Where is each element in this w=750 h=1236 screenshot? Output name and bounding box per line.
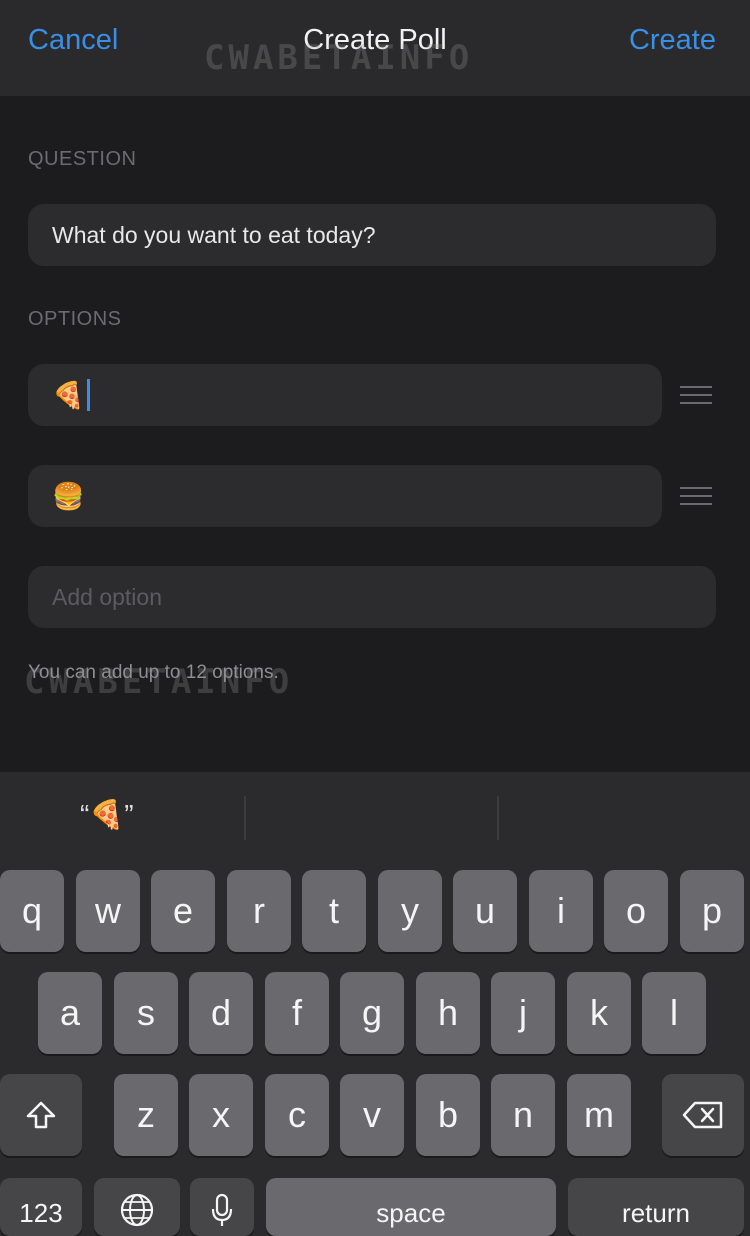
key-k[interactable]: k <box>567 972 631 1054</box>
key-z[interactable]: z <box>114 1074 178 1156</box>
key-s[interactable]: s <box>114 972 178 1054</box>
key-b[interactable]: b <box>416 1074 480 1156</box>
keyboard: “🍕” q w e r t y u i o p a s d f g h j k … <box>0 772 750 1236</box>
add-option-placeholder: Add option <box>52 583 162 610</box>
delete-key[interactable] <box>662 1074 744 1156</box>
suggestion-divider <box>497 796 499 840</box>
key-q[interactable]: q <box>0 870 64 952</box>
key-h[interactable]: h <box>416 972 480 1054</box>
navigation-bar: Cancel Create Poll Create <box>0 0 750 96</box>
key-r[interactable]: r <box>227 870 291 952</box>
key-t[interactable]: t <box>302 870 366 952</box>
key-w[interactable]: w <box>76 870 140 952</box>
question-input[interactable]: What do you want to eat today? <box>28 204 716 266</box>
option-1-text: 🍕 <box>52 379 85 410</box>
key-a[interactable]: a <box>38 972 102 1054</box>
space-key[interactable]: space <box>266 1178 556 1236</box>
return-key[interactable]: return <box>568 1178 744 1236</box>
key-y[interactable]: y <box>378 870 442 952</box>
option-input-1[interactable]: 🍕 <box>28 364 662 426</box>
options-hint: You can add up to 12 options. <box>28 662 279 683</box>
delete-icon <box>681 1100 725 1130</box>
key-i[interactable]: i <box>529 870 593 952</box>
shift-icon <box>25 1100 57 1130</box>
question-text: What do you want to eat today? <box>52 221 376 248</box>
create-button[interactable]: Create <box>629 24 716 57</box>
key-o[interactable]: o <box>604 870 668 952</box>
shift-key[interactable] <box>0 1074 82 1156</box>
key-l[interactable]: l <box>642 972 706 1054</box>
key-m[interactable]: m <box>567 1074 631 1156</box>
question-label: QUESTION <box>28 148 137 170</box>
add-option-input[interactable]: Add option <box>28 566 716 628</box>
key-f[interactable]: f <box>265 972 329 1054</box>
microphone-icon <box>210 1192 234 1228</box>
key-p[interactable]: p <box>680 870 744 952</box>
drag-handle-icon[interactable] <box>680 487 712 505</box>
key-n[interactable]: n <box>491 1074 555 1156</box>
text-cursor <box>87 379 91 411</box>
key-x[interactable]: x <box>189 1074 253 1156</box>
key-d[interactable]: d <box>189 972 253 1054</box>
globe-key[interactable] <box>94 1178 180 1236</box>
key-j[interactable]: j <box>491 972 555 1054</box>
key-u[interactable]: u <box>453 870 517 952</box>
globe-icon <box>119 1192 155 1228</box>
key-v[interactable]: v <box>340 1074 404 1156</box>
suggestion-bar: “🍕” <box>0 772 750 862</box>
microphone-key[interactable] <box>190 1178 254 1236</box>
key-c[interactable]: c <box>265 1074 329 1156</box>
key-e[interactable]: e <box>151 870 215 952</box>
numbers-key[interactable]: 123 <box>0 1178 82 1236</box>
option-input-2[interactable]: 🍔 <box>28 465 662 527</box>
drag-handle-icon[interactable] <box>680 386 712 404</box>
suggestion-item[interactable]: “🍕” <box>80 798 134 831</box>
suggestion-divider <box>244 796 246 840</box>
options-label: OPTIONS <box>28 308 122 330</box>
option-2-text: 🍔 <box>52 480 85 511</box>
key-g[interactable]: g <box>340 972 404 1054</box>
